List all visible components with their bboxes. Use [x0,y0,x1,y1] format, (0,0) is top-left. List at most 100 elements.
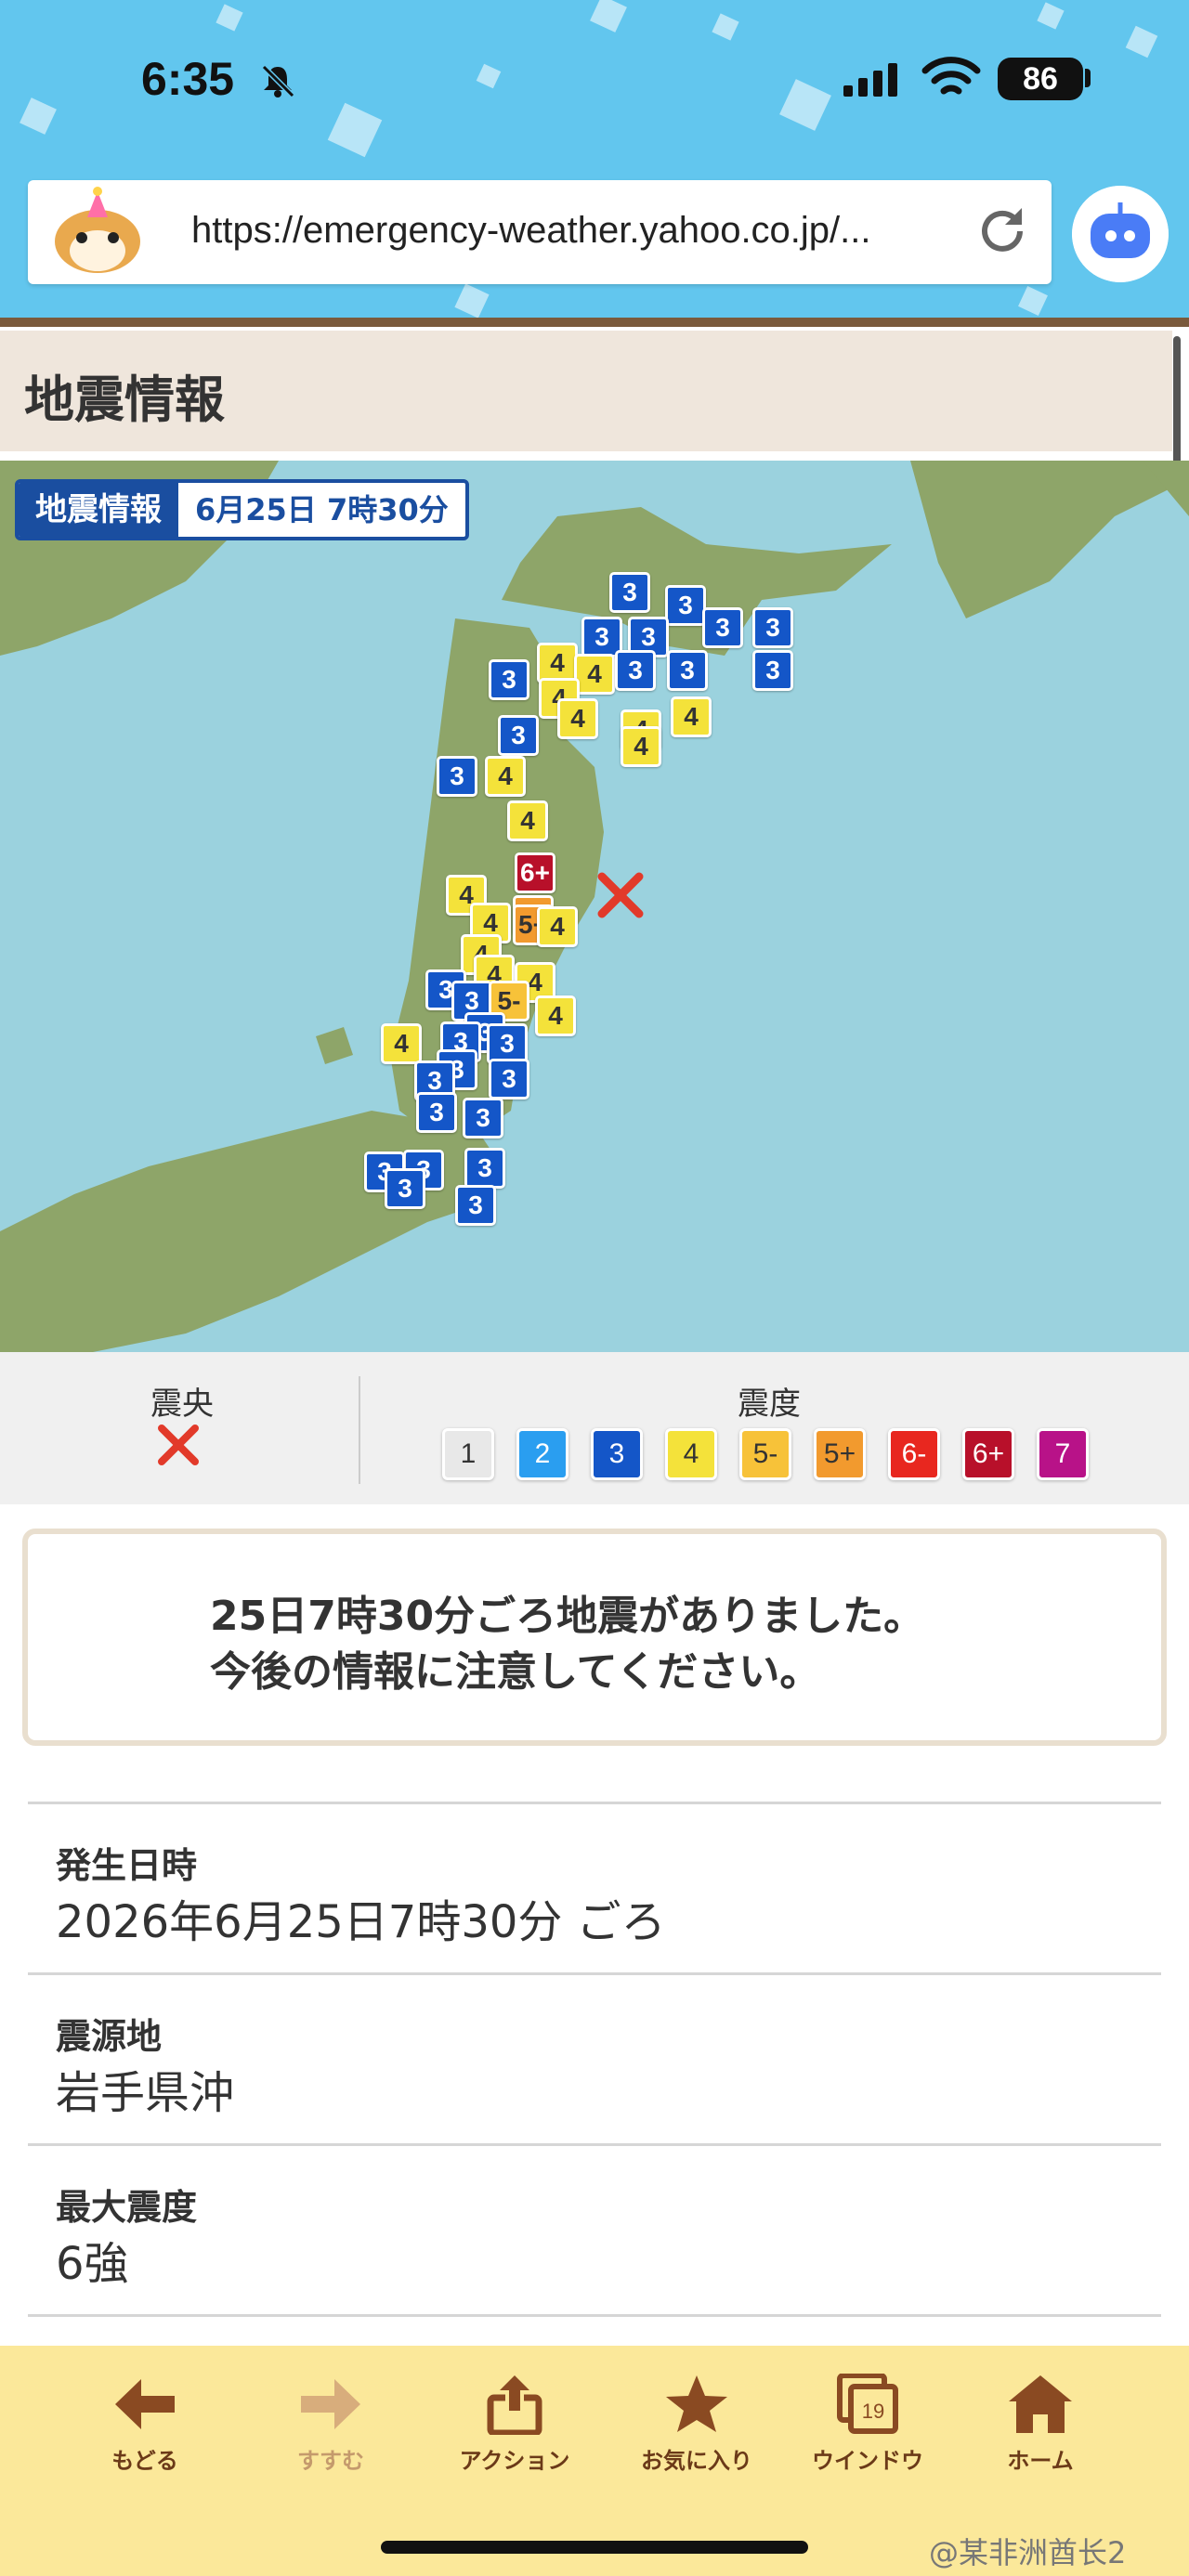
max-intensity-value: 6強 [56,2238,129,2290]
intensity-legend-chip: 4 [665,1428,717,1480]
intensity-marker: 3 [489,1059,529,1099]
intensity-marker: 3 [437,756,477,797]
intensity-marker: 3 [464,1148,505,1189]
window-count: 19 [862,2400,884,2423]
map-chip-date: 6月25日 7時30分 [195,492,449,527]
confetti-decoration [712,13,739,41]
intensity-marker: 4 [621,726,661,767]
forward-arrow-icon [301,2379,360,2429]
intensity-marker: 3 [752,650,793,691]
confetti-decoration [327,102,383,158]
occurrence-time-value: 2026年6月25日7時30分 ごろ [56,1896,666,1948]
intensity-marker: 3 [752,607,793,648]
intensity-marker: 4 [535,995,576,1036]
intensity-marker: 4 [381,1023,422,1064]
intensity-legend-chip: 7 [1037,1428,1089,1480]
divider [28,1972,1161,1975]
intensity-marker: 3 [498,715,539,756]
cellular-signal-icon [843,63,897,97]
watermark-text: @某非洲酋长2 [929,2535,1127,2570]
intensity-marker: 6+ [515,852,555,893]
intensity-legend-chip: 2 [516,1428,568,1480]
status-time: 6:35 [141,53,235,105]
intensity-marker: 3 [385,1168,425,1209]
alert-notice: 25日7時30分ごろ地震がありました。 今後の情報に注意してください。 [22,1529,1167,1746]
divider [28,2314,1161,2317]
divider [0,318,1189,327]
forward-label: すすむ [297,2448,364,2474]
map-info-chip: 地震情報 6月25日 7時30分 [15,479,469,540]
intensity-marker: 3 [667,650,708,691]
back-arrow-icon [115,2379,175,2429]
confetti-decoration [20,98,57,135]
notice-line: 今後の情報に注意してください。 [210,1648,821,1696]
intensity-marker: 3 [665,585,706,626]
window-stack-icon: 19 [837,2374,898,2434]
url-text[interactable]: https://emergency-weather.yahoo.co.jp/..… [191,210,972,252]
confetti-decoration [590,0,627,33]
intensity-marker: 3 [489,659,529,700]
intensity-legend-chip: 6- [888,1428,940,1480]
home-indicator[interactable] [381,2541,808,2554]
confetti-decoration [1018,286,1048,316]
earthquake-map[interactable]: 地震情報 6月25日 7時30分 3333333344334444343446+… [0,461,1189,1352]
assistant-bot-icon[interactable] [1072,186,1169,282]
confetti-decoration [779,79,831,131]
legend-divider [359,1376,360,1484]
back-label: もどる [111,2448,178,2474]
star-icon [666,2375,727,2432]
intensity-marker: 4 [507,800,548,841]
back-button[interactable]: もどる [61,2374,229,2504]
page-title: 地震情報 [24,371,225,429]
confetti-decoration [216,4,243,32]
window-label: ウインドウ [812,2448,923,2474]
epicenter-region-label: 震源地 [56,2016,163,2057]
divider [28,1802,1161,1804]
intensity-marker: 3 [609,572,650,613]
reload-icon[interactable] [973,202,1031,260]
page-header: 地震情報 [0,331,1172,451]
intensity-marker: 4 [557,698,598,739]
home-icon [1009,2375,1072,2433]
divider [28,2143,1161,2146]
intensity-marker: 3 [615,650,656,691]
browser-chrome: 6:35 86 https://emergency-weather.yahoo.… [0,0,1189,320]
intensity-legend-label: 震度 [738,1386,801,1423]
confetti-decoration [1037,2,1065,30]
intensity-marker: 3 [463,1098,503,1138]
forward-button[interactable]: すすむ [247,2374,414,2504]
home-label: ホーム [1007,2448,1074,2474]
action-button[interactable]: アクション [431,2374,598,2504]
confetti-decoration [454,283,490,319]
intensity-legend-chip: 6+ [962,1428,1014,1480]
epicenter-legend-label: 震央 [150,1386,214,1423]
map-legend: 震央 震度 1 2 3 4 5- 5+ 6- 6+ 7 [0,1352,1189,1504]
battery-cap [1085,69,1091,87]
intensity-marker: 3 [702,607,743,648]
share-icon [487,2375,542,2435]
epicenter-x-icon [158,1425,199,1465]
battery-indicator: 86 [998,58,1083,100]
epicenter-marker-icon [597,872,644,918]
map-chip-label: 地震情報 [19,483,178,537]
action-label: アクション [459,2448,570,2474]
guinea-pig-avatar-icon [55,187,140,273]
favorites-button[interactable]: お気に入り [613,2374,780,2504]
wifi-icon [921,57,981,95]
intensity-marker: 4 [485,756,526,797]
occurrence-time-label: 発生日時 [56,1845,198,1886]
intensity-legend-chip: 1 [442,1428,494,1480]
epicenter-region-value: 岩手県沖 [56,2067,235,2119]
intensity-marker: 4 [537,906,578,947]
confetti-decoration [476,63,502,89]
window-button[interactable]: 19 ウインドウ [784,2374,951,2504]
favorites-label: お気に入り [641,2448,752,2474]
intensity-marker: 4 [574,654,615,695]
intensity-marker: 3 [455,1185,496,1226]
intensity-marker: 4 [671,696,712,737]
url-bar[interactable]: https://emergency-weather.yahoo.co.jp/..… [28,180,1052,284]
max-intensity-label: 最大震度 [56,2187,198,2228]
home-button[interactable]: ホーム [957,2374,1124,2504]
bell-muted-icon [261,64,295,98]
confetti-decoration [1125,25,1158,59]
